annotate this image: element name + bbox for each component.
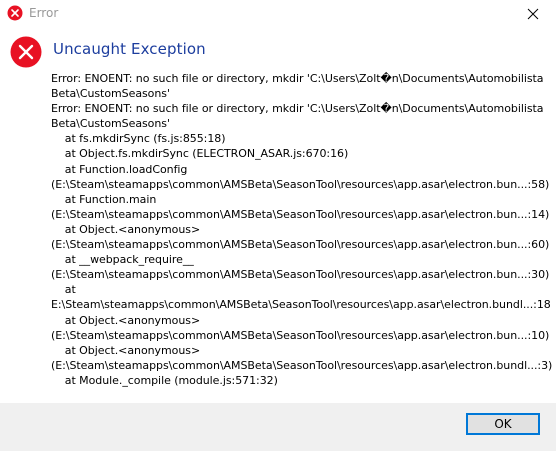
message-line: (E:\Steam\steamapps\common\AMSBeta\Seaso… [51, 358, 553, 372]
message-line: at Function.loadConfig [51, 162, 188, 176]
message-line: (E:\Steam\steamapps\common\AMSBeta\Seaso… [51, 207, 550, 221]
message-line: at Module._compile (module.js:571:32) [51, 373, 278, 387]
close-button[interactable] [510, 0, 556, 28]
message-line: (E:\Steam\steamapps\common\AMSBeta\Seaso… [51, 328, 550, 342]
message-line: at __webpack_require__ [51, 253, 194, 267]
dialog-heading: Uncaught Exception [53, 40, 206, 58]
message-line: Error: ENOENT: no such file or directory… [51, 102, 544, 116]
message-line: at Object.<anonymous> [51, 313, 201, 327]
error-icon [10, 36, 42, 68]
error-message: Error: ENOENT: no such file or directory… [51, 71, 553, 388]
message-line: (E:\Steam\steamapps\common\AMSBeta\Seaso… [51, 238, 550, 252]
message-line: at Object.<anonymous> [51, 222, 201, 236]
title-bar[interactable]: Error [0, 0, 556, 28]
message-line: at Function.main [51, 192, 157, 206]
message-line: at Object.fs.mkdirSync (ELECTRON_ASAR.js… [51, 147, 349, 161]
message-line: (E:\Steam\steamapps\common\AMSBeta\Seaso… [51, 177, 550, 191]
message-line: at fs.mkdirSync (fs.js:855:18) [51, 132, 226, 146]
button-bar: OK [0, 403, 556, 451]
message-line: Beta\CustomSeasons' [51, 87, 170, 101]
error-dialog-window: Error Uncaught Exception Error: ENOENT: … [0, 0, 556, 451]
window-title: Error [29, 6, 59, 20]
message-line: Error: ENOENT: no such file or directory… [51, 72, 544, 85]
close-icon [527, 8, 539, 20]
message-line: at Object.<anonymous> [51, 343, 201, 357]
error-icon [7, 5, 23, 21]
ok-button[interactable]: OK [466, 413, 540, 435]
message-line: Beta\CustomSeasons' [51, 117, 170, 131]
message-line: E:\Steam\steamapps\common\AMSBeta\Season… [51, 298, 551, 312]
message-line: (E:\Steam\steamapps\common\AMSBeta\Seaso… [51, 268, 550, 282]
message-line: at [51, 283, 76, 297]
